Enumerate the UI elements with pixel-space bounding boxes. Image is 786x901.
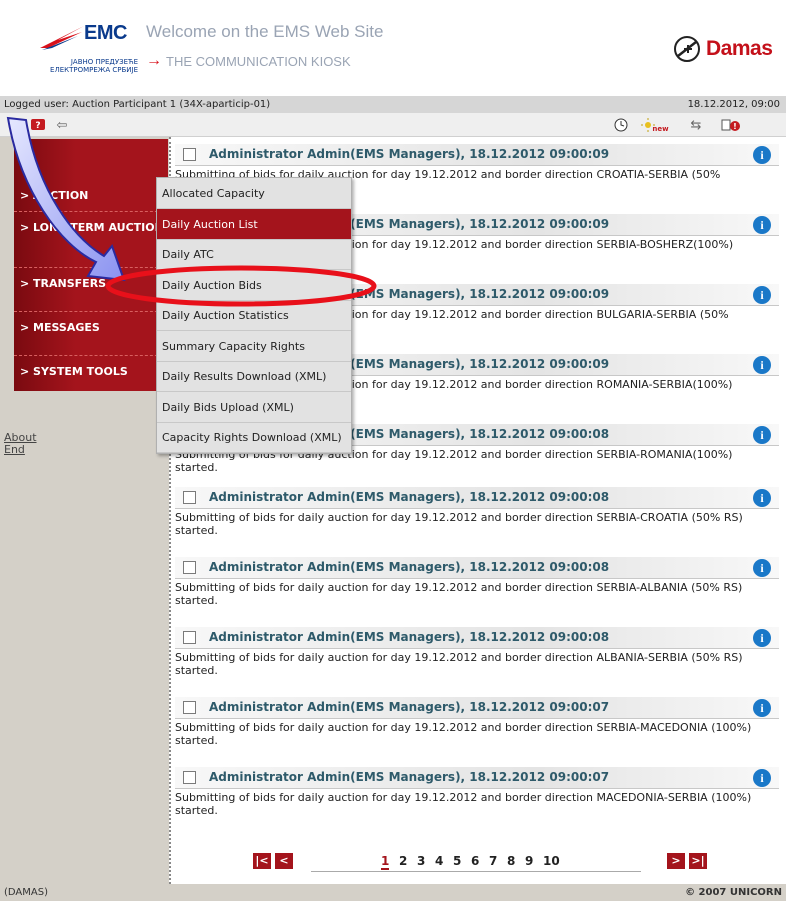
sidebar-item-long-term-auction[interactable]: > LONG-TERM AUCTION (14, 221, 168, 234)
kiosk-subtitle: → THE COMMUNICATION KIOSK (146, 52, 351, 69)
status-left: (DAMAS) (4, 887, 48, 898)
message-checkbox[interactable] (183, 148, 196, 161)
info-icon[interactable]: i (753, 629, 771, 647)
message-checkbox[interactable] (183, 701, 196, 714)
info-icon[interactable]: i (753, 769, 771, 787)
info-icon[interactable]: i (753, 356, 771, 374)
clock-icon[interactable] (613, 117, 629, 133)
message-header: Administrator Admin(EMS Managers), 18.12… (175, 487, 779, 509)
message-body: Submitting of bids for daily auction for… (175, 581, 743, 607)
pager-divider (311, 871, 641, 872)
toolbar: ? ⇦ new ⇆ ! (0, 113, 786, 137)
sidebar-divider (14, 311, 168, 312)
first-page-button[interactable]: |< (253, 853, 271, 869)
dropdown-item[interactable]: Daily ATC (157, 239, 351, 270)
message-title: Administrator Admin(EMS Managers), 18.12… (209, 490, 610, 504)
page-number[interactable]: 6 (471, 854, 479, 868)
welcome-title: Welcome on the EMS Web Site (146, 22, 384, 41)
dropdown-item[interactable]: Summary Capacity Rights (157, 331, 351, 362)
arrow-right-icon: → (146, 52, 162, 69)
message-header: Administrator Admin(EMS Managers), 18.12… (175, 557, 779, 579)
message-header: Administrator Admin(EMS Managers), 18.12… (175, 144, 779, 166)
page-number[interactable]: 5 (453, 854, 461, 868)
page-number[interactable]: 2 (399, 854, 407, 868)
copyright: © 2007 UNICORN (685, 887, 782, 898)
info-icon[interactable]: i (753, 146, 771, 164)
sidebar-item-messages[interactable]: > MESSAGES (14, 321, 168, 334)
svg-text:?: ? (35, 121, 40, 131)
page-number[interactable]: 9 (525, 854, 533, 868)
sidebar-divider (14, 355, 168, 356)
app-window: EMC ЈАВНО ПРЕДУЗЕЋЕ ЕЛЕКТРОМРЕЖА СРБИЈЕ … (0, 0, 786, 901)
emc-wing-icon (40, 26, 84, 50)
info-icon[interactable]: i (753, 559, 771, 577)
message-title: Administrator Admin(EMS Managers), 18.12… (209, 147, 610, 161)
end-link[interactable]: End (4, 443, 25, 456)
sidebar-item-transfers[interactable]: > TRANSFERS (14, 277, 168, 290)
page-number[interactable]: 1 (381, 854, 390, 870)
new-messages-icon[interactable]: new (640, 117, 670, 133)
message-title: Administrator Admin(EMS Managers), 18.12… (209, 630, 610, 644)
transfer-icon[interactable]: ⇆ (688, 117, 704, 133)
message-checkbox[interactable] (183, 491, 196, 504)
message-header: Administrator Admin(EMS Managers), 18.12… (175, 697, 779, 719)
dropdown-item[interactable]: Daily Auction Bids (157, 270, 351, 301)
message-title: Administrator Admin(EMS Managers), 18.12… (209, 770, 610, 784)
emc-logo: EMC (84, 22, 127, 44)
message-title: Administrator Admin(EMS Managers), 18.12… (209, 560, 610, 574)
message-header: Administrator Admin(EMS Managers), 18.12… (175, 767, 779, 789)
current-datetime: 18.12.2012, 09:00 (687, 99, 780, 110)
prev-page-button[interactable]: < (275, 853, 293, 869)
message-body: Submitting of bids for daily auction for… (175, 791, 752, 817)
alert-documents-icon[interactable]: ! (720, 117, 742, 133)
help-icon[interactable]: ? (30, 117, 46, 133)
sidebar: > AUCTION > LONG-TERM AUCTION > TRANSFER… (0, 137, 169, 884)
back-arrow-icon[interactable]: ⇦ (54, 117, 70, 133)
message-title: Administrator Admin(EMS Managers), 18.12… (209, 700, 610, 714)
damas-emblem-icon (674, 36, 700, 62)
info-icon[interactable]: i (753, 699, 771, 717)
message-checkbox[interactable] (183, 631, 196, 644)
message-body: Submitting of bids for daily auction for… (175, 721, 752, 747)
header: EMC ЈАВНО ПРЕДУЗЕЋЕ ЕЛЕКТРОМРЕЖА СРБИЈЕ … (0, 0, 786, 96)
sidebar-divider (14, 267, 168, 268)
message-body: Submitting of bids for daily auction for… (175, 511, 743, 537)
dropdown-item[interactable]: Daily Results Download (XML) (157, 361, 351, 392)
auction-dropdown-menu: Allocated Capacity Daily Auction List Dail… (156, 177, 352, 454)
next-page-button[interactable]: > (667, 853, 685, 869)
info-icon[interactable]: i (753, 216, 771, 234)
dropdown-item[interactable]: Allocated Capacity (157, 178, 351, 209)
sidebar-divider (14, 211, 168, 212)
info-icon[interactable]: i (753, 426, 771, 444)
logged-user-text: Logged user: Auction Participant 1 (34X-… (4, 99, 271, 110)
message-header: Administrator Admin(EMS Managers), 18.12… (175, 627, 779, 649)
page-number[interactable]: 10 (543, 854, 560, 868)
info-icon[interactable]: i (753, 286, 771, 304)
dropdown-item[interactable]: Daily Bids Upload (XML) (157, 392, 351, 423)
sidebar-menu: > AUCTION > LONG-TERM AUCTION > TRANSFER… (14, 139, 168, 391)
message-checkbox[interactable] (183, 561, 196, 574)
sidebar-item-system-tools[interactable]: > SYSTEM TOOLS (14, 365, 168, 378)
dropdown-item[interactable]: Daily Auction Statistics (157, 300, 351, 331)
message-body: Submitting of bids for daily auction for… (175, 651, 743, 677)
last-page-button[interactable]: >| (689, 853, 707, 869)
document-icon[interactable] (8, 117, 24, 133)
page-number[interactable]: 8 (507, 854, 515, 868)
dropdown-item[interactable]: Daily Auction List (157, 208, 351, 240)
page-number[interactable]: 7 (489, 854, 497, 868)
pagination: |< < 1 2 3 4 5 6 7 8 9 10 > >| (171, 849, 786, 873)
emc-logo-subtitle: ЈАВНО ПРЕДУЗЕЋЕ ЕЛЕКТРОМРЕЖА СРБИЈЕ (50, 58, 138, 74)
user-bar: Logged user: Auction Participant 1 (34X-… (0, 96, 786, 113)
message-checkbox[interactable] (183, 771, 196, 784)
page-number[interactable]: 3 (417, 854, 425, 868)
status-bar: (DAMAS) © 2007 UNICORN (0, 884, 786, 901)
damas-logo: Damas (672, 34, 773, 64)
page-number[interactable]: 4 (435, 854, 443, 868)
dropdown-item[interactable]: Capacity Rights Download (XML) (157, 422, 351, 453)
svg-text:!: ! (733, 122, 737, 131)
sidebar-item-auction[interactable]: > AUCTION (14, 189, 168, 202)
info-icon[interactable]: i (753, 489, 771, 507)
